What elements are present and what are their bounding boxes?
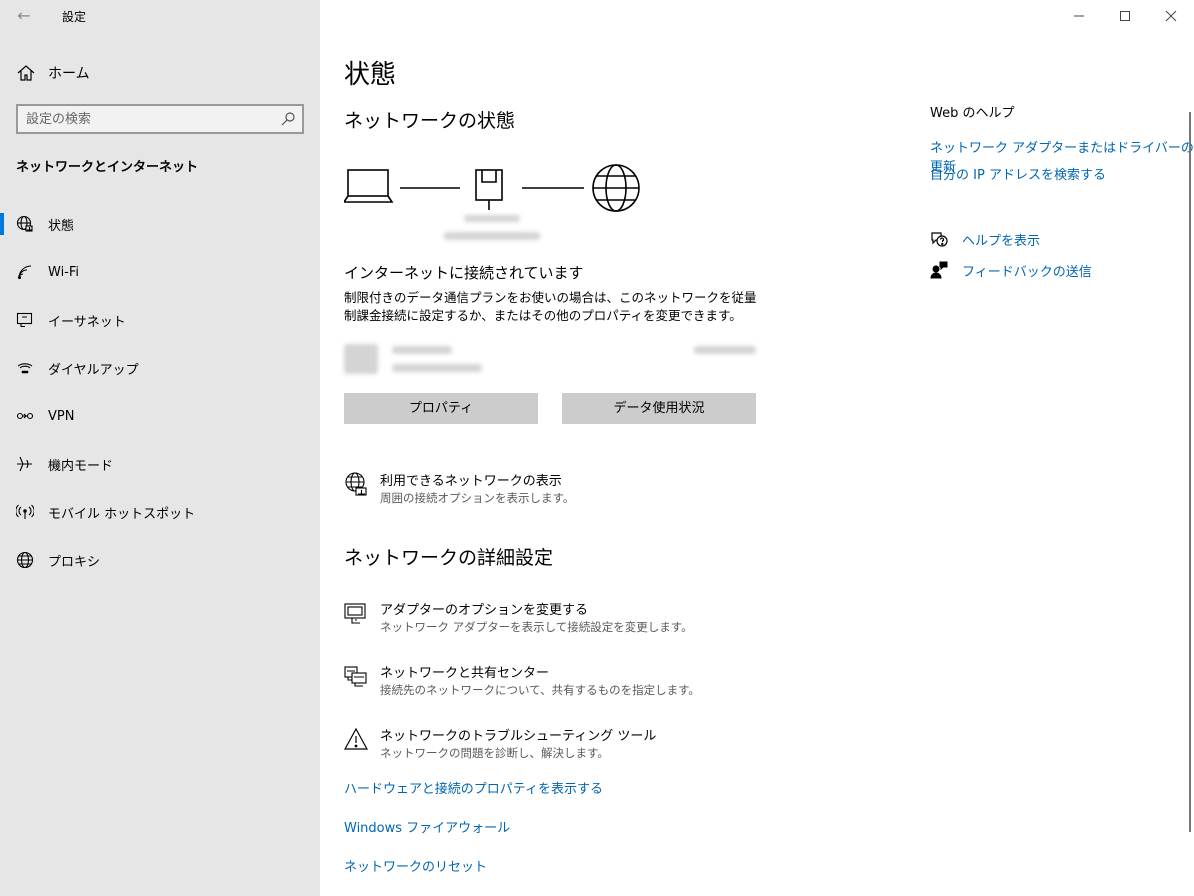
properties-button[interactable]: プロパティ [344, 393, 538, 424]
sidebar-item-dialup[interactable]: ダイヤルアップ [0, 344, 320, 392]
option-description: 接続先のネットワークについて、共有するものを指定します。 [380, 683, 700, 697]
sidebar-item-ethernet[interactable]: イーサネット [0, 296, 320, 344]
sidebar-item-label: VPN [48, 408, 75, 424]
redacted-network-type [444, 232, 540, 240]
globe-status-icon [16, 215, 33, 232]
windows-firewall-link[interactable]: Windows ファイアウォール [344, 817, 510, 836]
sidebar-item-airplane[interactable]: 機内モード [0, 440, 320, 488]
hotspot-icon [16, 504, 34, 519]
sidebar-item-proxy[interactable]: プロキシ [0, 536, 320, 584]
sharing-center-icon [344, 666, 367, 687]
find-ip-link[interactable]: 自分の IP アドレスを検索する [930, 164, 1106, 183]
minimize-icon [1074, 15, 1084, 17]
feedback-icon [930, 261, 948, 279]
laptop-icon [343, 169, 394, 203]
feedback-row[interactable]: フィードバックの送信 [930, 260, 1092, 280]
maximize-icon [1120, 11, 1130, 21]
option-title: 利用できるネットワークの表示 [380, 474, 562, 489]
ethernet-icon [16, 312, 33, 328]
globe-icon [16, 551, 34, 569]
option-description: ネットワーク アダプターを表示して接続設定を変更します。 [380, 620, 693, 634]
search-box[interactable] [16, 104, 304, 134]
sidebar-item-wifi[interactable]: Wi-Fi [0, 248, 320, 296]
show-networks-option[interactable]: 利用できるネットワークの表示 周囲の接続オプションを表示します。 [344, 470, 794, 510]
option-description: 周囲の接続オプションを表示します。 [380, 491, 575, 505]
sharing-center-item[interactable]: ネットワークと共有センター 接続先のネットワークについて、共有するものを指定しま… [344, 662, 794, 702]
option-title: アダプターのオプションを変更する [380, 603, 589, 618]
sidebar-item-label: モバイル ホットスポット [48, 506, 196, 522]
troubleshooter-item[interactable]: ネットワークのトラブルシューティング ツール ネットワークの問題を診断し、解決し… [344, 725, 794, 765]
sidebar-item-label: Wi-Fi [48, 264, 80, 280]
redacted-connection-row [344, 340, 756, 380]
sidebar: ← 設定 ホーム ネットワークとインターネット 状態 Wi-Fi [0, 0, 320, 896]
hardware-properties-link[interactable]: ハードウェアと接続のプロパティを表示する [344, 778, 603, 797]
option-title: ネットワークと共有センター [380, 666, 550, 681]
router-icon [475, 169, 503, 210]
sidebar-item-label: 機内モード [48, 458, 114, 474]
sidebar-item-hotspot[interactable]: モバイル ホットスポット [0, 488, 320, 536]
sidebar-item-label: イーサネット [48, 314, 126, 330]
vpn-icon [16, 412, 34, 420]
feedback-label: フィードバックの送信 [962, 264, 1092, 280]
get-help-label: ヘルプを表示 [962, 233, 1041, 249]
adapter-icon [344, 603, 366, 624]
globe-network-icon [345, 472, 367, 496]
sidebar-item-home[interactable]: ホーム [0, 56, 320, 90]
option-title: ネットワークのトラブルシューティング ツール [380, 729, 657, 744]
sidebar-item-label: 状態 [48, 218, 75, 234]
minimize-button[interactable] [1056, 0, 1102, 32]
connected-heading: インターネットに接続されています [344, 264, 584, 282]
close-icon [1165, 10, 1177, 22]
back-arrow-icon[interactable]: ← [12, 6, 36, 26]
warning-icon [344, 727, 368, 750]
home-label: ホーム [48, 66, 90, 82]
redacted-title [392, 346, 452, 354]
sidebar-item-label: ダイヤルアップ [48, 362, 139, 378]
adapter-options-item[interactable]: アダプターのオプションを変更する ネットワーク アダプターを表示して接続設定を変… [344, 599, 794, 639]
maximize-button[interactable] [1102, 0, 1148, 32]
web-help-heading: Web のヘルプ [930, 106, 1015, 121]
network-status-title: ネットワークの状態 [344, 110, 516, 132]
sidebar-item-vpn[interactable]: VPN [0, 392, 320, 440]
scrollbar[interactable] [1189, 112, 1191, 832]
sidebar-item-label: プロキシ [48, 554, 101, 570]
section-heading: ネットワークとインターネット [16, 160, 199, 175]
app-title: 設定 [62, 10, 87, 24]
network-diagram [343, 160, 644, 250]
connected-description: 制限付きのデータ通信プランをお使いの場合は、このネットワークを従量制課金接続に設… [344, 290, 757, 323]
redacted-value [694, 346, 756, 354]
sidebar-nav: 状態 Wi-Fi イーサネット ダイヤルアップ VPN 機内モード モバイル ホ… [0, 200, 320, 584]
close-button[interactable] [1148, 0, 1194, 32]
redacted-icon [344, 344, 378, 374]
wifi-icon [17, 265, 32, 280]
data-usage-button[interactable]: データ使用状況 [562, 393, 756, 424]
network-reset-link[interactable]: ネットワークのリセット [344, 856, 487, 875]
advanced-settings-title: ネットワークの詳細設定 [344, 547, 554, 569]
sidebar-item-status[interactable]: 状態 [0, 200, 320, 248]
dialup-icon [17, 363, 33, 374]
page-title: 状態 [344, 60, 397, 90]
internet-globe-icon [592, 164, 640, 212]
get-help-row[interactable]: ヘルプを表示 [930, 229, 1040, 249]
airplane-icon [17, 456, 32, 472]
redacted-network-name [464, 215, 520, 222]
redacted-subtitle [392, 364, 482, 372]
search-icon[interactable] [280, 111, 296, 127]
title-bar: ← 設定 [0, 0, 320, 32]
option-description: ネットワークの問題を診断し、解決します。 [380, 746, 609, 760]
search-input[interactable] [26, 110, 276, 128]
home-icon [17, 65, 35, 81]
help-chat-icon [931, 232, 948, 247]
window-controls [1056, 0, 1194, 32]
